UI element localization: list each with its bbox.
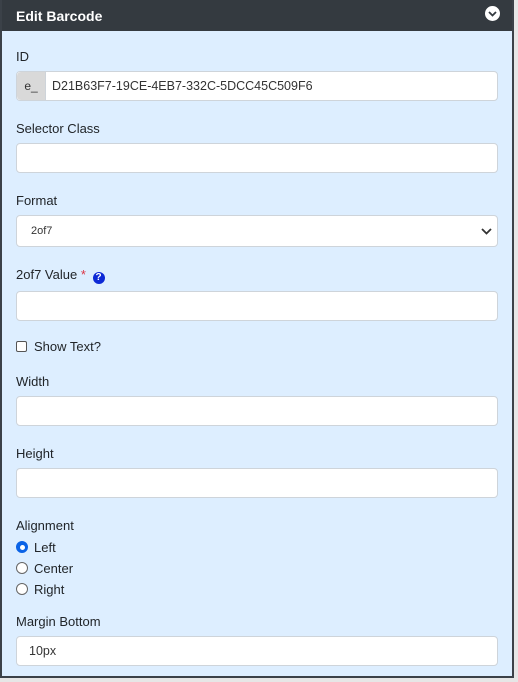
panel-title: Edit Barcode — [16, 7, 103, 24]
chevron-down-icon[interactable] — [485, 6, 500, 21]
alignment-center-option[interactable]: Center — [16, 558, 498, 579]
height-input[interactable] — [16, 467, 498, 498]
panel-header[interactable]: Edit Barcode — [2, 0, 512, 31]
show-text-checkbox[interactable] — [16, 340, 27, 352]
margin-bottom-label: Margin Bottom — [16, 613, 101, 629]
margin-bottom-input[interactable]: 10px — [16, 635, 498, 666]
alignment-right-option[interactable]: Right — [16, 579, 498, 600]
edit-barcode-panel: Edit Barcode ID e_ D21B63F7-19CE-4EB7-33… — [0, 0, 514, 678]
help-icon[interactable]: ? — [92, 271, 105, 284]
format-label: Format — [16, 193, 58, 208]
show-text-row: Show Text? — [16, 339, 498, 354]
alignment-center-radio[interactable] — [16, 562, 28, 574]
alignment-right-radio[interactable] — [16, 583, 28, 595]
id-label: ID — [16, 49, 29, 64]
show-text-label: Show Text? — [34, 338, 101, 354]
id-prefix: e_ — [17, 72, 46, 100]
id-value: D21B63F7-19CE-4EB7-332C-5DCC45C509F6 — [52, 79, 313, 93]
selector-class-input[interactable] — [16, 143, 498, 173]
selector-class-label: Selector Class — [16, 121, 100, 136]
format-select[interactable]: 2of7 — [16, 215, 498, 247]
chevron-down-icon — [481, 227, 492, 235]
width-input[interactable] — [16, 395, 498, 426]
required-marker: * — [80, 267, 86, 282]
value-label: 2of7 Value * ? — [16, 267, 498, 284]
alignment-label: Alignment — [16, 517, 74, 533]
alignment-left-radio[interactable] — [16, 541, 28, 553]
id-field[interactable]: e_ D21B63F7-19CE-4EB7-332C-5DCC45C509F6 — [16, 71, 498, 101]
format-selected-value: 2of7 — [31, 225, 53, 237]
width-label: Width — [16, 373, 50, 389]
value-input[interactable] — [16, 290, 498, 321]
height-label: Height — [16, 445, 54, 461]
alignment-left-option[interactable]: Left — [16, 537, 498, 558]
